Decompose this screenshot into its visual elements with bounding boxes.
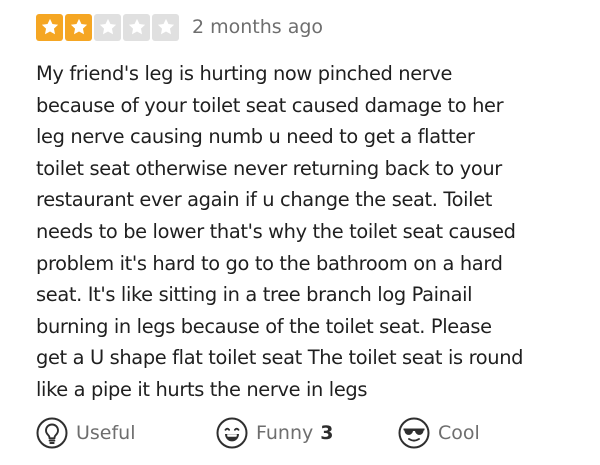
review-text-line: problem it's hard to go to the bathroom … xyxy=(36,251,503,275)
useful-button[interactable]: Useful xyxy=(36,416,136,450)
review-text-line: toilet seat otherwise never returning ba… xyxy=(36,156,502,180)
star-empty-icon xyxy=(152,13,179,41)
funny-count: 3 xyxy=(320,422,334,444)
laughing-face-icon xyxy=(216,417,248,449)
review-date: 2 months ago xyxy=(192,16,324,38)
review-text-line: seat. It's like sitting in a tree branch… xyxy=(36,283,473,307)
useful-label: Useful xyxy=(76,422,136,444)
star-empty-icon xyxy=(94,13,121,41)
rating-row: 2 months ago xyxy=(36,12,323,42)
review-text: My friend's leg is hurting now pinched n… xyxy=(36,58,596,406)
cool-label: Cool xyxy=(438,422,480,444)
reaction-buttons: Useful Funny 3 Cool xyxy=(36,416,576,450)
funny-label: Funny xyxy=(256,422,314,444)
star-filled-icon xyxy=(65,13,92,41)
lightbulb-icon xyxy=(36,417,68,449)
cool-button[interactable]: Cool xyxy=(398,416,480,450)
star-rating xyxy=(36,13,179,41)
review-text-line: get a U shape flat toilet seat The toile… xyxy=(36,346,524,370)
review-text-line: restaurant ever again if u change the se… xyxy=(36,188,493,212)
review-text-line: needs to be lower that's why the toilet … xyxy=(36,219,516,243)
review-text-line: because of your toilet seat caused damag… xyxy=(36,93,504,117)
funny-button[interactable]: Funny 3 xyxy=(216,416,334,450)
review-text-line: My friend's leg is hurting now pinched n… xyxy=(36,62,453,85)
review-text-line: burning in legs because of the toilet se… xyxy=(36,314,492,338)
star-empty-icon xyxy=(123,13,150,41)
review-card: 2 months ago My friend's leg is hurting … xyxy=(0,0,600,465)
review-text-line: leg nerve causing numb u need to get a f… xyxy=(36,125,475,149)
review-text-line: like a pipe it hurts the nerve in legs xyxy=(36,377,368,401)
sunglasses-face-icon xyxy=(398,417,430,449)
star-filled-icon xyxy=(36,13,63,41)
